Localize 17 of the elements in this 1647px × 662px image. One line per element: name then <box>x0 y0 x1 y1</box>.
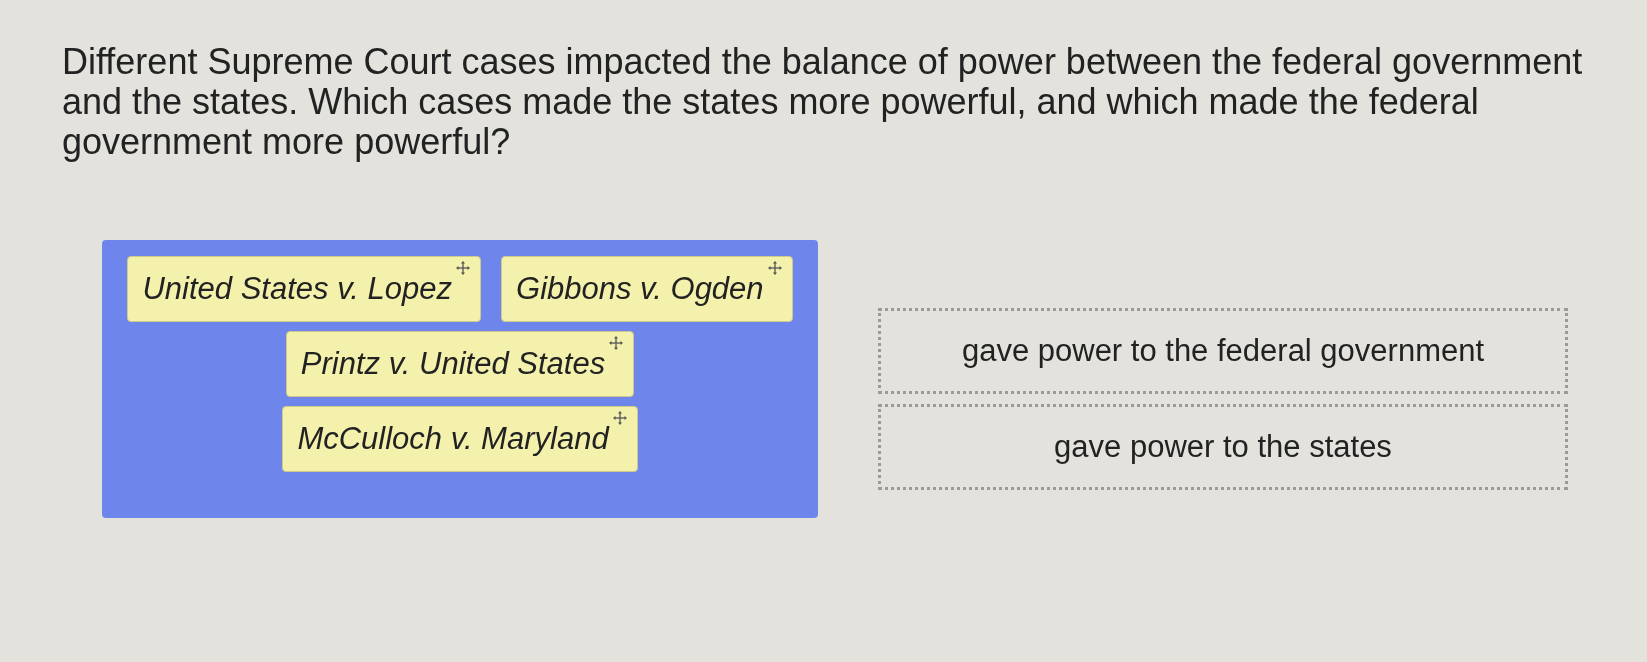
drop-zone[interactable]: gave power to the states <box>878 404 1568 490</box>
move-icon <box>609 336 624 350</box>
move-icon <box>456 261 470 275</box>
drop-zone-label: gave power to the federal government <box>961 331 1485 370</box>
draggable-tile[interactable]: McCulloch v. Maryland <box>282 406 638 472</box>
move-icon <box>767 261 782 275</box>
question-text: Different Supreme Court cases impacted the balance of power between the federal government and the states. Which cases made the states more powerful, and which made the federal government more powerful? <box>62 42 1584 162</box>
tile-label: Gibbons v. Ogden <box>516 269 764 308</box>
draggable-tile[interactable]: United States v. Lopez <box>127 256 481 322</box>
move-icon <box>612 411 627 425</box>
drop-zone[interactable]: gave power to the federal government <box>878 308 1568 394</box>
draggable-tile[interactable]: Printz v. United States <box>285 331 635 397</box>
tile-label: United States v. Lopez <box>142 269 452 308</box>
tile-label: McCulloch v. Maryland <box>297 419 609 458</box>
drop-zone-label: gave power to the states <box>1054 427 1392 466</box>
tile-label: Printz v. United States <box>300 344 606 383</box>
draggable-tile[interactable]: Gibbons v. Ogden <box>501 256 793 322</box>
